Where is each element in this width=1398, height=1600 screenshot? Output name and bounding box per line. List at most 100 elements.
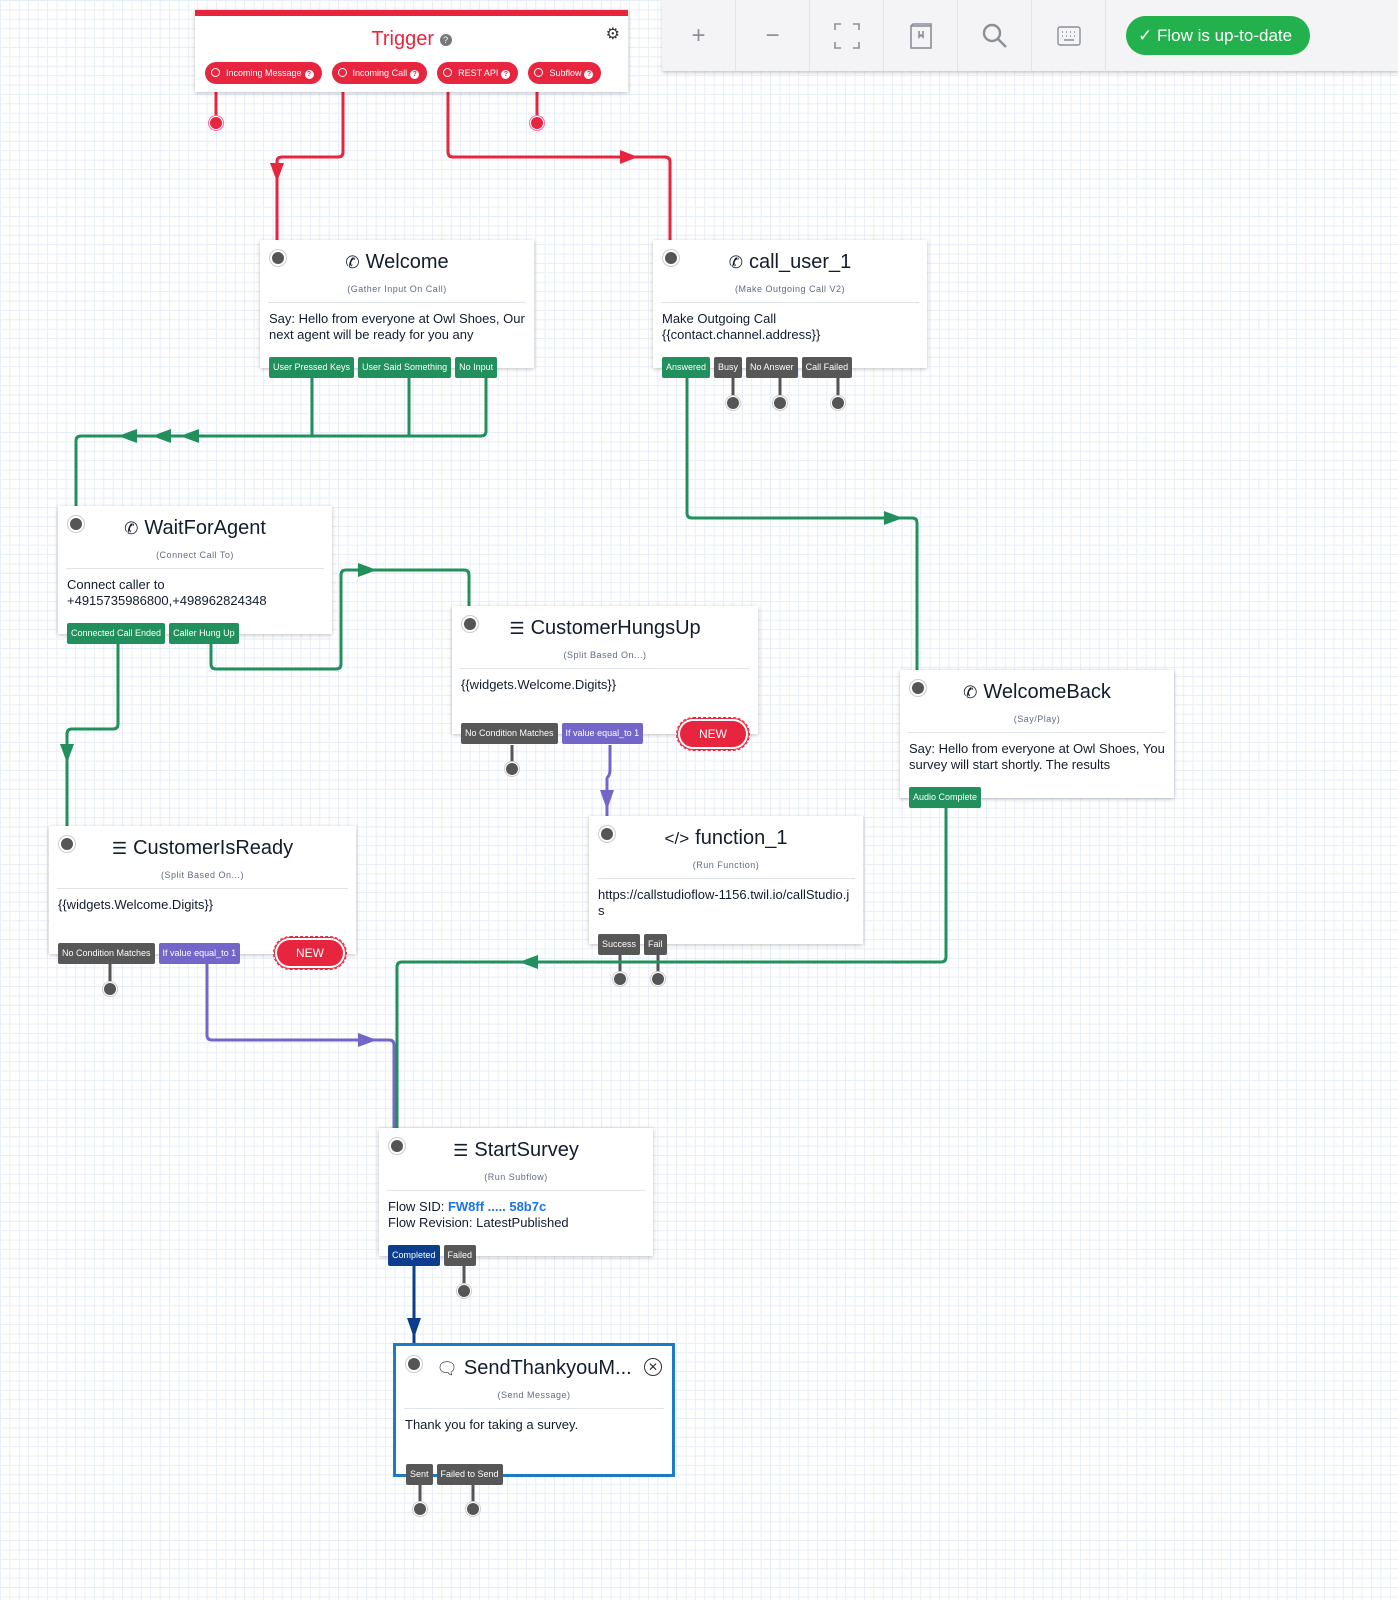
close-icon[interactable]: ✕: [644, 1358, 662, 1376]
search-icon: [982, 23, 1007, 48]
trigger-widget[interactable]: Trigger ? ⚙ Incoming Message? Incoming C…: [195, 10, 628, 92]
trigger-subflow[interactable]: Subflow?: [528, 62, 602, 84]
phone-icon: ✆: [728, 253, 743, 272]
flow-status-button[interactable]: ✓ Flow is up-to-date: [1126, 16, 1311, 55]
port-busy[interactable]: Busy: [714, 357, 743, 378]
port-success[interactable]: Success: [598, 934, 641, 955]
connector-handle[interactable]: [652, 973, 664, 985]
widget-welcome[interactable]: ✆ Welcome (Gather Input On Call) Say: Hel…: [260, 240, 534, 368]
widget-type: (Run Subflow): [484, 1172, 548, 1182]
widget-body: Connect caller to +4915735986800,+498962…: [67, 577, 267, 608]
widget-body: Make Outgoing Call {{contact.channel.add…: [662, 311, 821, 342]
port-connected-call-ended[interactable]: Connected Call Ended: [67, 623, 166, 644]
widget-function-1[interactable]: </> function_1 (Run Function) https://cal…: [589, 816, 863, 944]
connector-handle[interactable]: [458, 1285, 470, 1297]
input-connector[interactable]: [272, 252, 284, 264]
connector-handle[interactable]: [414, 1503, 426, 1515]
connector-handle[interactable]: [210, 117, 222, 129]
connector-handle[interactable]: [832, 397, 844, 409]
widget-customer-is-ready[interactable]: ☰ CustomerIsReady (Split Based On...) {{w…: [49, 826, 356, 954]
fit-screen-button[interactable]: [810, 0, 884, 71]
new-transition-button[interactable]: NEW: [273, 936, 347, 970]
port-answered[interactable]: Answered: [662, 357, 711, 378]
widget-body: https://callstudioflow-1156.twil.io/call…: [598, 887, 850, 918]
input-connector[interactable]: [665, 252, 677, 264]
widget-wait-for-agent[interactable]: ✆ WaitForAgent (Connect Call To) Connect …: [58, 506, 332, 634]
phone-icon: ✆: [345, 253, 360, 272]
connector-handle[interactable]: [614, 973, 626, 985]
trigger-incoming-message[interactable]: Incoming Message?: [205, 62, 322, 84]
input-connector[interactable]: [464, 618, 476, 630]
widget-start-survey[interactable]: ☰ StartSurvey (Run Subflow) Flow SID: FW8…: [379, 1128, 653, 1256]
connector-handle[interactable]: [467, 1503, 479, 1515]
connector-handle[interactable]: [727, 397, 739, 409]
widget-type: (Gather Input On Call): [347, 284, 447, 294]
port-failed-to-send[interactable]: Failed to Send: [436, 1464, 503, 1485]
help-icon[interactable]: ?: [439, 33, 452, 46]
port-no-condition-matches[interactable]: No Condition Matches: [58, 943, 155, 964]
port-user-said-something[interactable]: User Said Something: [358, 357, 452, 378]
connector-handle[interactable]: [774, 397, 786, 409]
new-transition-button[interactable]: NEW: [676, 717, 750, 751]
help-icon: ?: [410, 70, 420, 79]
input-connector[interactable]: [61, 838, 73, 850]
trigger-rest-api[interactable]: REST API?: [437, 62, 519, 84]
help-icon: ?: [584, 70, 594, 79]
arrow-icon: [884, 511, 903, 525]
gear-icon[interactable]: ⚙: [606, 24, 620, 44]
port-fail[interactable]: Fail: [644, 934, 667, 955]
zoom-in-button[interactable]: +: [662, 0, 736, 71]
port-no-input[interactable]: No Input: [455, 357, 498, 378]
input-connector[interactable]: [391, 1140, 403, 1152]
arrow-icon: [180, 429, 199, 443]
input-connector[interactable]: [601, 828, 613, 840]
port-sent[interactable]: Sent: [406, 1464, 433, 1485]
widget-body: Say: Hello from everyone at Owl Shoes, O…: [269, 311, 525, 342]
trigger-incoming-call[interactable]: Incoming Call?: [331, 62, 428, 84]
input-connector[interactable]: [408, 1358, 420, 1370]
port-if-value-equal-to-1[interactable]: If value equal_to 1: [158, 943, 241, 964]
wire-welcome-noinput: [74, 378, 488, 508]
input-connector[interactable]: [70, 518, 82, 530]
port-failed[interactable]: Failed: [443, 1245, 477, 1266]
pill-label: Subflow: [549, 68, 582, 78]
port-audio-complete[interactable]: Audio Complete: [909, 787, 982, 808]
docs-button[interactable]: [884, 0, 958, 71]
widget-body: Thank you for taking a survey.: [405, 1417, 579, 1432]
subflow-icon: ☰: [453, 1141, 469, 1160]
arrow-icon: [152, 429, 171, 443]
port-no-answer[interactable]: No Answer: [746, 357, 798, 378]
keyboard-shortcuts-button[interactable]: [1032, 0, 1106, 71]
widget-welcome-back[interactable]: ✆ WelcomeBack (Say/Play) Say: Hello from …: [900, 670, 1174, 798]
pill-label: REST API: [458, 68, 499, 78]
port-call-failed[interactable]: Call Failed: [801, 357, 853, 378]
port-if-value-equal-to-1[interactable]: If value equal_to 1: [561, 723, 644, 744]
widget-send-thankyou[interactable]: 🗨 SendThankyouM... ✕ (Send Message) Thank…: [396, 1346, 672, 1474]
input-connector[interactable]: [912, 682, 924, 694]
port-completed[interactable]: Completed: [388, 1245, 440, 1266]
widget-call-user-1[interactable]: ✆ call_user_1 (Make Outgoing Call V2) Mak…: [653, 240, 927, 368]
zoom-out-button[interactable]: −: [736, 0, 810, 71]
arrow-icon: [358, 563, 377, 577]
widget-title: CustomerIsReady: [133, 837, 294, 859]
widget-title: CustomerHungsUp: [530, 617, 701, 639]
radio-icon: [534, 68, 544, 77]
widget-customer-hungs-up[interactable]: ☰ CustomerHungsUp (Split Based On...) {{w…: [452, 606, 758, 734]
connector-handle[interactable]: [506, 763, 518, 775]
code-icon: </>: [664, 829, 690, 848]
widget-type: (Make Outgoing Call V2): [734, 284, 846, 294]
widget-title: function_1: [695, 827, 788, 849]
port-caller-hung-up[interactable]: Caller Hung Up: [169, 623, 239, 644]
connector-handle[interactable]: [104, 983, 116, 995]
port-user-pressed-keys[interactable]: User Pressed Keys: [269, 357, 355, 378]
connector-handle[interactable]: [531, 117, 543, 129]
trigger-title: Trigger: [371, 28, 435, 50]
flow-revision: Flow Revision: LatestPublished: [388, 1215, 569, 1230]
widget-title: SendThankyouM...: [463, 1357, 632, 1379]
search-button[interactable]: [958, 0, 1032, 71]
flow-sid-link[interactable]: FW8ff ..... 58b7c: [448, 1199, 546, 1214]
wire-incoming-call: [275, 82, 345, 240]
port-no-condition-matches[interactable]: No Condition Matches: [461, 723, 558, 744]
widget-title: WaitForAgent: [144, 517, 266, 539]
widget-body: Say: Hello from everyone at Owl Shoes, Y…: [909, 741, 1165, 772]
